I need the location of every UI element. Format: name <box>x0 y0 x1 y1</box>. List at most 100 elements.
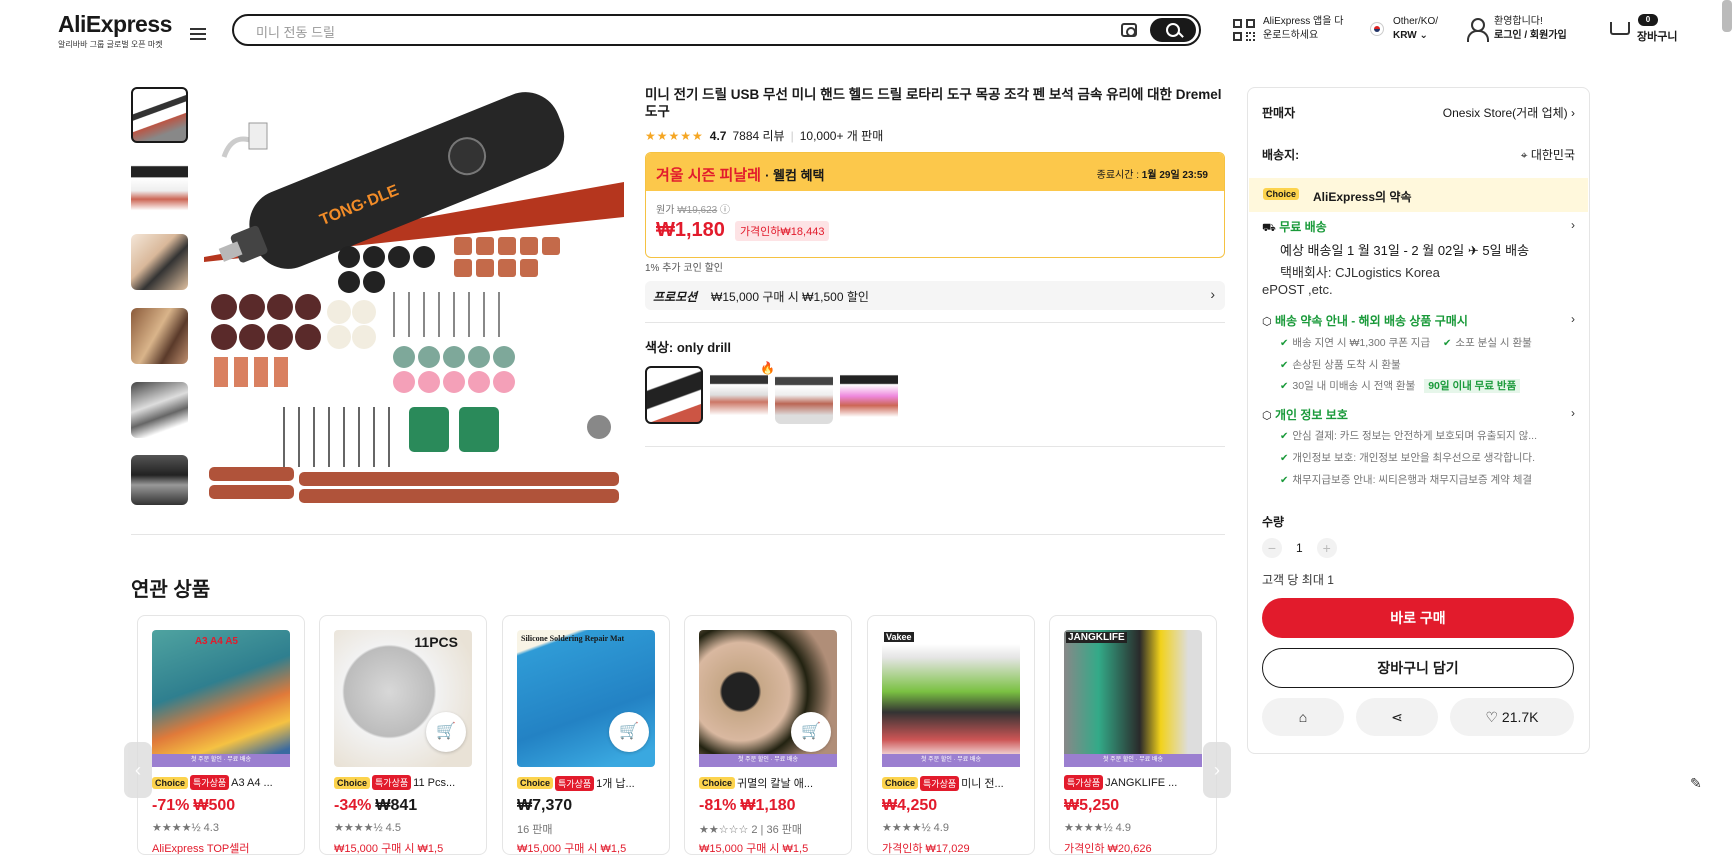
product-card[interactable]: A3 A4 A5 첫 주문 할인 · 무료 배송 Choice 특가상품 A3 A4… <box>137 615 305 855</box>
guarantee-item: 소포 분실 시 환불 <box>1455 337 1532 349</box>
add-to-cart-icon[interactable]: 🛒 <box>426 712 466 752</box>
korea-flag-icon <box>1370 22 1384 36</box>
deal-badge: 특가상품 <box>555 775 595 791</box>
quantity-value[interactable]: 1 <box>1296 541 1303 555</box>
delivery-guarantee-row[interactable]: ⬡ 배송 약속 안내 - 해외 배송 상품 구매시 <box>1262 312 1575 329</box>
color-option[interactable] <box>775 366 833 424</box>
gallery-thumbnail[interactable] <box>131 234 188 290</box>
gallery-thumbnail[interactable] <box>131 382 188 438</box>
guarantee-item: 손상된 상품 도착 시 환불 <box>1292 359 1401 371</box>
add-to-cart-button[interactable]: 장바구니 담기 <box>1262 648 1574 688</box>
card-name: 귀멸의 칼날 애... <box>737 778 814 790</box>
gallery-thumbnail[interactable] <box>131 308 188 364</box>
card-price-value: ₩1,180 <box>740 797 796 814</box>
heart-icon: ♡ <box>1485 709 1499 725</box>
card-badges: Choice 특가상품 1개 납... <box>517 775 657 791</box>
carousel-next-button[interactable]: › <box>1203 742 1231 798</box>
product-card[interactable]: 11PCS 🛒 Choice 특가상품 11 Pcs... -34% ₩841 ★★★… <box>319 615 487 855</box>
guarantee-items: ✔ 배송 지연 시 ₩1,300 쿠폰 지급 ✔ 소포 분실 시 환불 <box>1280 335 1575 350</box>
info-icon[interactable]: ⓘ <box>720 205 730 216</box>
product-card[interactable]: Silicone Soldering Repair Mat 🛒 Choice 특가… <box>502 615 670 855</box>
buy-now-button[interactable]: 바로 구매 <box>1262 598 1574 638</box>
shield-check-icon: ⬡ <box>1262 410 1272 422</box>
user-icon[interactable] <box>1466 18 1489 42</box>
promo-title: 겨울 시즌 피날레 · 웰컴 혜택 <box>656 167 825 184</box>
original-price: ₩19,623 <box>677 205 718 216</box>
aliexpress-logo[interactable]: AliExpress 알리바바 그룹 글로벌 오픈 마켓 <box>58 11 173 50</box>
promotion-text: ₩15,000 구매 시 ₩1,500 할인 <box>711 290 869 304</box>
store-button[interactable]: ⌂ <box>1262 698 1344 736</box>
color-option[interactable] <box>840 366 898 424</box>
chevron-right-icon[interactable]: › <box>1571 406 1575 420</box>
main-product-image[interactable]: TONG·DLE 361pcs <box>204 87 624 507</box>
product-card[interactable]: Vakee 첫 주문 할인 · 무료 배송 Choice 특가상품 미니 전... … <box>867 615 1035 855</box>
scrollbar[interactable] <box>1722 0 1732 32</box>
product-card-image[interactable]: Vakee <box>882 630 1020 767</box>
share-button[interactable]: ⋖ <box>1356 698 1438 736</box>
gallery-thumbnail[interactable] <box>131 160 188 216</box>
qr-code-icon[interactable] <box>1233 19 1257 43</box>
product-card[interactable]: JANGKLIFE 첫 주문 할인 · 무료 배송 특가상품 JANGKLIFE … <box>1049 615 1217 855</box>
review-count[interactable]: 7884 리뷰 <box>732 127 784 144</box>
wishlist-button[interactable]: ♡ 21.7K <box>1450 698 1574 736</box>
edit-icon[interactable]: ✎ <box>1690 775 1702 792</box>
card-price: ₩4,250 <box>882 797 937 815</box>
gallery-thumbnail[interactable] <box>131 455 188 505</box>
add-to-cart-icon[interactable]: 🛒 <box>609 712 649 752</box>
app-download-link[interactable]: AliExpress 앱을 다 운로드하세요 <box>1263 15 1343 43</box>
check-icon: ✔ <box>1280 360 1289 371</box>
account-link[interactable]: 환영합니다! 로그인 / 회원가입 <box>1494 15 1567 43</box>
guarantee-item: 30일 내 미배송 시 전액 환불 <box>1292 380 1416 392</box>
ship-to-value[interactable]: 대한민국 <box>1531 148 1575 162</box>
shield-icon: ⬡ <box>1262 316 1272 328</box>
color-option[interactable] <box>645 366 703 424</box>
search-button[interactable] <box>1150 18 1196 42</box>
gallery-thumbnail[interactable] <box>131 87 188 143</box>
quantity-increase-button[interactable]: + <box>1316 538 1337 558</box>
wishlist-count: 21.7K <box>1501 709 1539 725</box>
card-name: 11 Pcs... <box>413 776 456 789</box>
quantity-label: 수량 <box>1262 515 1285 529</box>
card-discount: -34% <box>334 797 372 814</box>
card-badges: Choice 특가상품 11 Pcs... <box>334 775 474 790</box>
promo-strip: 첫 주문 할인 · 무료 배송 <box>699 754 837 767</box>
seller-row[interactable]: 판매자 Onesix Store(거래 업체) › <box>1262 104 1575 121</box>
card-price-value: ₩4,250 <box>882 797 938 814</box>
choice-badge: Choice <box>1263 188 1300 200</box>
add-to-cart-icon[interactable]: 🛒 <box>791 712 831 752</box>
card-discount: -71% <box>152 797 190 814</box>
promotion-bar[interactable]: 프로모션 ₩15,000 구매 시 ₩1,500 할인 › <box>645 281 1225 310</box>
product-card-image[interactable]: JANGKLIFE <box>1064 630 1202 767</box>
divider <box>645 446 1225 447</box>
product-card[interactable]: 첫 주문 할인 · 무료 배송 🛒 Choice 귀멸의 칼날 애... -81%… <box>684 615 852 855</box>
choice-promise-bar: Choice AliExpress의 약속 <box>1249 178 1588 212</box>
ship-to-row[interactable]: 배송지: ⌖ 대한민국 <box>1262 146 1575 163</box>
carousel-prev-button[interactable]: ‹ <box>124 742 152 798</box>
quantity-stepper: − 1 + <box>1262 538 1337 558</box>
menu-icon[interactable] <box>190 25 206 41</box>
privacy-row[interactable]: ⬡ 개인 정보 보호 <box>1262 406 1575 423</box>
cart-icon[interactable] <box>1606 20 1630 40</box>
free-shipping-row[interactable]: ⛟ 무료 배송 <box>1262 218 1575 236</box>
cart-label[interactable]: 장바구니 <box>1637 28 1677 44</box>
logo-subtitle: 알리바바 그룹 글로벌 오픈 마켓 <box>58 40 163 49</box>
image-text: Silicone Soldering Repair Mat <box>521 634 625 643</box>
chevron-right-icon[interactable]: › <box>1571 218 1575 232</box>
promo-end-time: 종료시간 : 1월 29일 23:59 <box>1096 170 1208 181</box>
rating-stars-icon: ★★★★★ <box>645 128 704 143</box>
deal-badge: 특가상품 <box>1064 775 1104 790</box>
product-card-image[interactable]: A3 A4 A5 <box>152 630 290 767</box>
card-price: ₩5,250 <box>1064 797 1119 815</box>
language-currency-selector[interactable]: Other/KO/ KRW ⌄ <box>1393 15 1438 43</box>
card-rating: ★★☆☆☆ 2 | 36 판매 <box>699 824 802 836</box>
chevron-right-icon[interactable]: › <box>1571 312 1575 326</box>
search-bar[interactable]: 미니 전동 드릴 <box>232 14 1201 46</box>
search-input[interactable]: 미니 전동 드릴 <box>256 22 335 41</box>
camera-search-icon[interactable] <box>1121 23 1137 37</box>
price-promo-box: 겨울 시즌 피날레 · 웰컴 혜택 종료시간 : 1월 29일 23:59 원가… <box>645 152 1225 258</box>
quantity-decrease-button[interactable]: − <box>1262 538 1282 558</box>
deal-badge: 특가상품 <box>920 775 960 791</box>
login-signup-link[interactable]: 로그인 / 회원가입 <box>1494 29 1567 43</box>
rating-row[interactable]: ★★★★★ 4.7 7884 리뷰 | 10,000+ 개 판매 <box>645 127 883 144</box>
chevron-right-icon: › <box>1210 286 1215 302</box>
